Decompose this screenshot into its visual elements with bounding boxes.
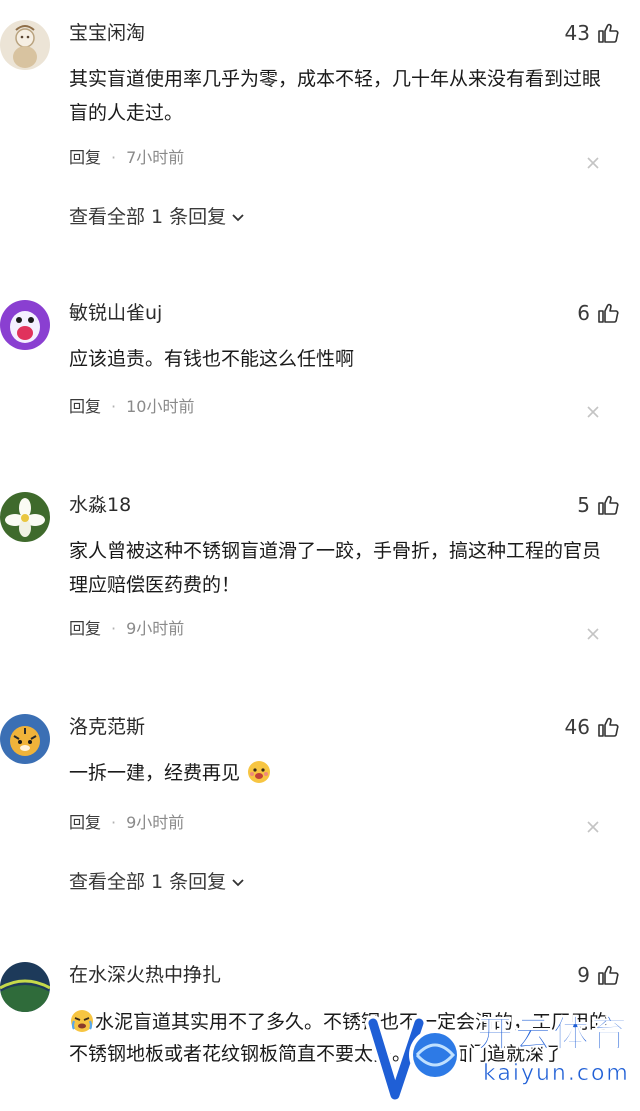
- avatar[interactable]: [0, 962, 50, 1012]
- separator-dot: ·: [111, 619, 117, 638]
- close-icon: [587, 157, 599, 169]
- avatar[interactable]: [0, 714, 50, 764]
- close-icon: [587, 628, 599, 640]
- view-replies-label: 查看全部 1 条回复: [69, 206, 227, 228]
- dismiss-button[interactable]: [586, 820, 600, 834]
- chevron-down-icon: [232, 214, 244, 222]
- username[interactable]: 在水深火热中挣扎: [69, 962, 221, 988]
- avatar-flower-icon: [0, 492, 50, 542]
- like-button[interactable]: 43: [565, 20, 620, 46]
- view-replies-button[interactable]: 查看全部 1 条回复: [69, 204, 246, 230]
- comment-item: 洛克范斯 46 一拆一建，经费再见 回复 · 9小时前 查看全部 1 条回复: [0, 714, 640, 904]
- thumbs-up-icon: [598, 23, 619, 43]
- comment-text: 水泥盲道其实用不了多久。不锈钢也不一定会滑的，工厂用的不锈钢地板或者花纹钢板简直…: [69, 1006, 614, 1070]
- avatar-tiger-icon: [0, 714, 50, 764]
- like-count: 6: [577, 301, 590, 325]
- comment-meta: 回复 · 9小时前: [69, 812, 184, 834]
- comment-text: 一拆一建，经费再见: [69, 756, 614, 790]
- thumbs-up-icon: [598, 495, 619, 515]
- comment-item: 在水深火热中挣扎 9 水泥盲道其实用不了多久。不锈钢也不一定会滑的，工厂用的不锈…: [0, 962, 640, 1107]
- comment-item: 敏锐山雀uj 6 应该追责。有钱也不能这么任性啊 回复 · 10小时前: [0, 300, 640, 430]
- comment-item: 水淼18 5 家人曾被这种不锈钢盲道滑了一跤，手骨折，搞这种工程的官员理应赔偿医…: [0, 492, 640, 652]
- close-icon: [587, 821, 599, 833]
- comment-meta: 回复 · 10小时前: [69, 396, 194, 418]
- drooling-face-emoji-icon: [248, 761, 271, 783]
- chevron-down-icon: [232, 879, 244, 887]
- like-button[interactable]: 6: [577, 300, 620, 326]
- avatar[interactable]: [0, 300, 50, 350]
- thumbs-up-icon: [598, 717, 619, 737]
- username[interactable]: 宝宝闲淘: [69, 20, 145, 46]
- view-replies-label: 查看全部 1 条回复: [69, 871, 227, 893]
- like-count: 9: [577, 963, 590, 987]
- close-icon: [587, 406, 599, 418]
- view-replies-button[interactable]: 查看全部 1 条回复: [69, 869, 246, 895]
- comment-meta: 回复 · 9小时前: [69, 618, 184, 640]
- dismiss-button[interactable]: [586, 405, 600, 419]
- like-count: 46: [564, 715, 590, 739]
- timestamp: 9小时前: [126, 813, 185, 832]
- username[interactable]: 水淼18: [69, 492, 131, 518]
- comment-text-content: 水泥盲道其实用不了多久。不锈钢也不一定会滑的，工厂用的不锈钢地板或者花纹钢板简直…: [69, 1011, 609, 1065]
- like-count: 5: [577, 493, 590, 517]
- separator-dot: ·: [111, 148, 117, 167]
- timestamp: 10小时前: [126, 397, 195, 416]
- username[interactable]: 敏锐山雀uj: [69, 300, 162, 326]
- reply-button[interactable]: 回复: [69, 812, 101, 834]
- avatar[interactable]: [0, 492, 50, 542]
- avatar[interactable]: [0, 20, 50, 70]
- separator-dot: ·: [111, 397, 117, 416]
- username[interactable]: 洛克范斯: [69, 714, 145, 740]
- reply-button[interactable]: 回复: [69, 396, 101, 418]
- avatar-cartoon-icon: [0, 300, 50, 350]
- avatar-landscape-icon: [0, 962, 50, 1012]
- dismiss-button[interactable]: [586, 156, 600, 170]
- thumbs-up-icon: [598, 965, 619, 985]
- timestamp: 7小时前: [126, 148, 185, 167]
- comment-text: 其实盲道使用率几乎为零，成本不轻，几十年从来没有看到过眼盲的人走过。: [69, 68, 602, 124]
- reply-button[interactable]: 回复: [69, 147, 101, 169]
- timestamp: 9小时前: [126, 619, 185, 638]
- reply-button[interactable]: 回复: [69, 618, 101, 640]
- crying-face-emoji-icon: [71, 1010, 93, 1032]
- separator-dot: ·: [111, 813, 117, 832]
- comment-text-content: 一拆一建，经费再见: [69, 762, 241, 784]
- like-count: 43: [564, 21, 590, 45]
- comment-text: 家人曾被这种不锈钢盲道滑了一跤，手骨折，搞这种工程的官员理应赔偿医药费的！: [69, 540, 602, 596]
- like-button[interactable]: 5: [577, 492, 620, 518]
- like-button[interactable]: 9: [577, 962, 620, 988]
- thumbs-up-icon: [598, 303, 619, 323]
- dismiss-button[interactable]: [586, 627, 600, 641]
- avatar-doll-icon: [0, 20, 50, 70]
- comment-item: 宝宝闲淘 43 其实盲道使用率几乎为零，成本不轻，几十年从来没有看到过眼盲的人走…: [0, 20, 640, 250]
- comment-text: 应该追责。有钱也不能这么任性啊: [69, 348, 355, 370]
- comment-meta: 回复 · 7小时前: [69, 147, 184, 169]
- like-button[interactable]: 46: [565, 714, 620, 740]
